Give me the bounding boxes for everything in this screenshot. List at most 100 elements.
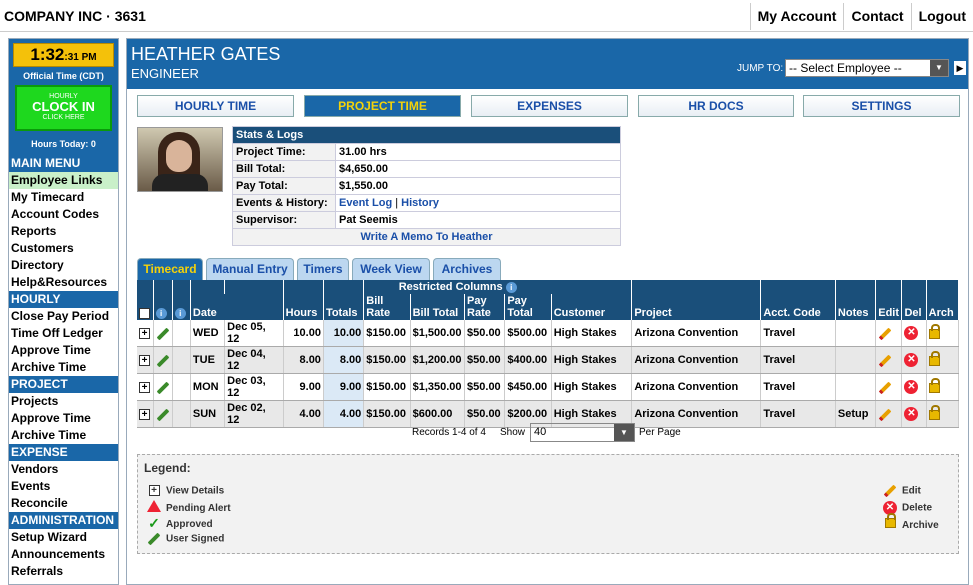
legend-view-details: + View Details xyxy=(146,484,224,498)
tab-project-time[interactable]: PROJECT TIME xyxy=(304,95,461,117)
tab-hourly-time[interactable]: HOURLY TIME xyxy=(137,95,294,117)
sidebar-item-reconcile[interactable]: Reconcile xyxy=(9,495,118,512)
top-bar: COMPANY INC · 3631 My Account Contact Lo… xyxy=(0,0,973,32)
clock-time: 1:32 xyxy=(30,45,65,64)
view-details-icon[interactable]: + xyxy=(139,355,150,366)
col-pay-total[interactable]: Pay Total xyxy=(504,294,552,320)
sidebar-item-referrals[interactable]: Referrals xyxy=(9,563,118,580)
cell-date: Dec 05, 12 xyxy=(224,320,284,347)
edit-icon[interactable] xyxy=(878,354,892,368)
sidebar-item-time-off-ledger[interactable]: Time Off Ledger xyxy=(9,325,118,342)
sidebar-item-directory[interactable]: Directory xyxy=(9,257,118,274)
sidebar-item-archive-time[interactable]: Archive Time xyxy=(9,359,118,376)
tab-timers[interactable]: Timers xyxy=(297,258,349,280)
history-link[interactable]: History xyxy=(401,197,439,209)
user-signed-icon xyxy=(156,381,169,395)
hours-today: Hours Today: 0 xyxy=(31,139,96,149)
sidebar-item-help[interactable]: Help&Resources xyxy=(9,274,118,291)
archive-lock-icon[interactable] xyxy=(928,377,940,393)
sidebar-item-project-approve-time[interactable]: Approve Time xyxy=(9,410,118,427)
cell-acct-code: Travel xyxy=(760,400,836,428)
sidebar-item-my-timecard[interactable]: My Timecard xyxy=(9,189,118,206)
per-page-select[interactable]: 40 ▼ xyxy=(530,423,635,442)
sidebar-item-events[interactable]: Events xyxy=(9,478,118,495)
archive-lock-icon[interactable] xyxy=(928,404,940,420)
sidebar-item-projects[interactable]: Projects xyxy=(9,393,118,410)
sidebar-item-close-pay-period[interactable]: Close Pay Period xyxy=(9,308,118,325)
col-project[interactable]: Project xyxy=(631,294,762,320)
sidebar-item-setup-wizard[interactable]: Setup Wizard xyxy=(9,529,118,546)
cell-date: Dec 04, 12 xyxy=(224,346,284,374)
archive-lock-icon[interactable] xyxy=(928,350,940,366)
view-details-icon[interactable]: + xyxy=(139,409,150,420)
info-icon[interactable]: i xyxy=(174,308,186,319)
sidebar-item-account-codes[interactable]: Account Codes xyxy=(9,206,118,223)
edit-icon[interactable] xyxy=(878,327,892,341)
pay-total-value: $1,550.00 xyxy=(335,177,621,195)
select-employee-dropdown[interactable]: -- Select Employee -- ▼ xyxy=(785,59,949,77)
records-count: Records 1-4 of 4 xyxy=(412,427,486,438)
col-notes[interactable]: Notes xyxy=(835,294,877,320)
col-bill-total[interactable]: Bill Total xyxy=(410,294,466,320)
tab-settings[interactable]: SETTINGS xyxy=(803,95,960,117)
sidebar-item-employee-links[interactable]: Employee Links xyxy=(9,172,118,189)
sidebar-item-project-archive-time[interactable]: Archive Time xyxy=(9,427,118,444)
contact-link[interactable]: Contact xyxy=(843,3,910,30)
cell-hours: 9.00 xyxy=(283,373,324,401)
col-totals[interactable]: Totals xyxy=(323,294,365,320)
cell-bill-rate: $150.00 xyxy=(363,320,411,347)
sidebar-item-approve-time[interactable]: Approve Time xyxy=(9,342,118,359)
col-date[interactable]: Date xyxy=(190,294,284,320)
col-acct-code[interactable]: Acct. Code xyxy=(760,294,836,320)
official-time-label: Official Time (CDT) xyxy=(23,71,104,81)
tab-hr-docs[interactable]: HR DOCS xyxy=(638,95,794,117)
tab-timecard[interactable]: Timecard xyxy=(137,258,203,280)
write-memo-link[interactable]: Write A Memo To Heather xyxy=(360,231,492,243)
sidebar-item-reports[interactable]: Reports xyxy=(9,223,118,240)
bill-total-value: $4,650.00 xyxy=(335,160,621,178)
view-details-icon[interactable]: + xyxy=(139,382,150,393)
col-hours[interactable]: Hours xyxy=(283,294,324,320)
clock-in-button[interactable]: HOURLY CLOCK IN CLICK HERE xyxy=(15,85,112,131)
project-time-label: Project Time: xyxy=(232,143,336,161)
go-arrow-icon[interactable]: ▶ xyxy=(954,61,966,75)
delete-icon[interactable]: ✕ xyxy=(904,326,919,340)
col-arch: Arch xyxy=(926,294,960,320)
sidebar-item-customers[interactable]: Customers xyxy=(9,240,118,257)
legend-user-signed: User Signed xyxy=(146,532,224,546)
clock-ampm: :31 PM xyxy=(64,52,97,63)
section-nav: HOURLY TIME PROJECT TIME EXPENSES HR DOC… xyxy=(137,95,967,117)
delete-icon[interactable]: ✕ xyxy=(904,407,919,421)
legend-panel: Legend: + View Details Pending Alert ✓ App… xyxy=(137,454,959,554)
chevron-down-icon: ▼ xyxy=(614,424,634,441)
view-details-icon[interactable]: + xyxy=(139,328,150,339)
tab-manual-entry[interactable]: Manual Entry xyxy=(206,258,294,280)
col-customer[interactable]: Customer xyxy=(551,294,633,320)
delete-icon[interactable]: ✕ xyxy=(904,353,919,367)
archive-lock-icon[interactable] xyxy=(928,323,940,339)
expand-all-icon[interactable]: + xyxy=(139,308,150,319)
logout-link[interactable]: Logout xyxy=(910,3,973,30)
edit-icon[interactable] xyxy=(878,408,892,422)
cell-notes xyxy=(835,320,877,347)
table-row: + WED Dec 05, 12 10.00 10.00 $150.00 $1,… xyxy=(137,320,960,347)
sidebar-item-announcements[interactable]: Announcements xyxy=(9,546,118,563)
edit-icon[interactable] xyxy=(878,381,892,395)
col-bill-rate[interactable]: Bill Rate xyxy=(363,294,411,320)
employee-title: ENGINEER xyxy=(131,66,199,81)
info-icon[interactable]: i xyxy=(155,308,167,319)
user-signed-icon xyxy=(156,354,169,368)
project-time-value: 31.00 hrs xyxy=(335,143,621,161)
tab-archives[interactable]: Archives xyxy=(433,258,501,280)
tab-expenses[interactable]: EXPENSES xyxy=(471,95,628,117)
info-icon[interactable]: i xyxy=(505,282,517,293)
cell-bill-total: $1,200.00 xyxy=(410,346,466,374)
col-pay-rate[interactable]: Pay Rate xyxy=(464,294,506,320)
cell-bill-rate: $150.00 xyxy=(363,373,411,401)
events-history-label: Events & History: xyxy=(232,194,336,212)
delete-icon[interactable]: ✕ xyxy=(904,380,919,394)
my-account-link[interactable]: My Account xyxy=(749,3,844,30)
event-log-link[interactable]: Event Log xyxy=(339,197,392,209)
tab-week-view[interactable]: Week View xyxy=(352,258,430,280)
sidebar-item-vendors[interactable]: Vendors xyxy=(9,461,118,478)
